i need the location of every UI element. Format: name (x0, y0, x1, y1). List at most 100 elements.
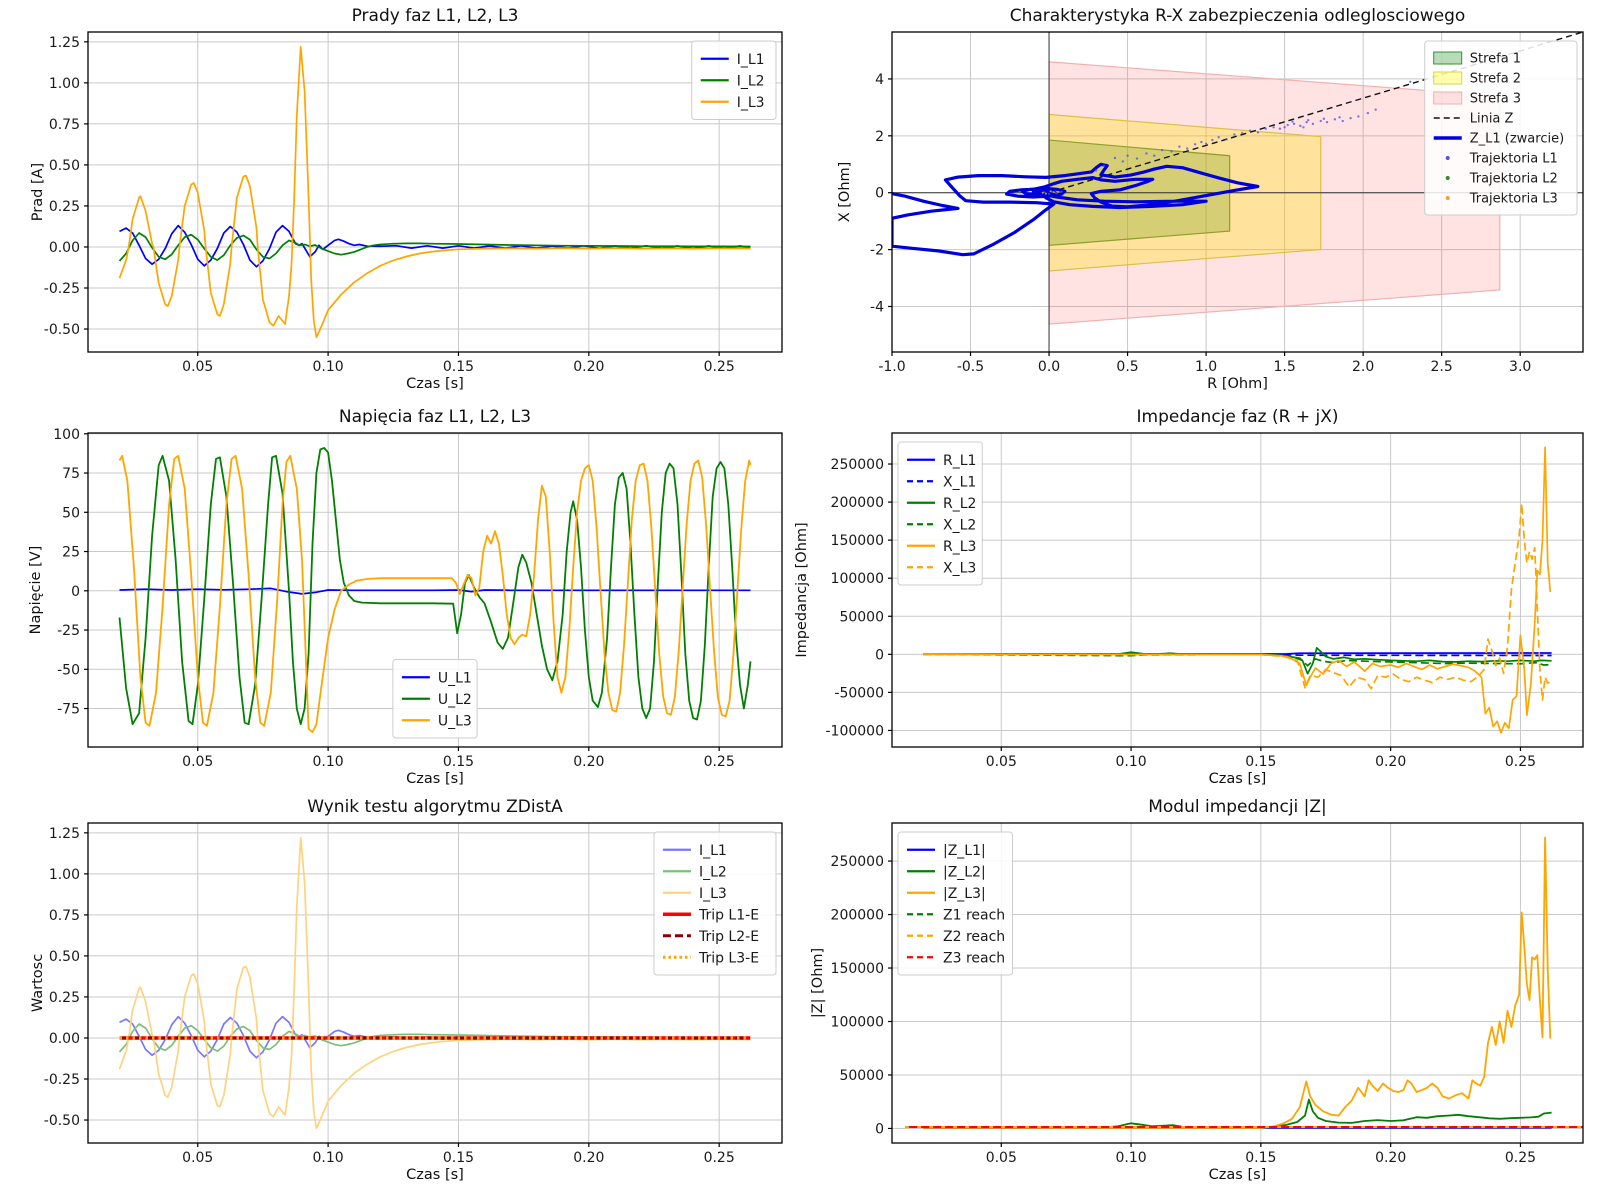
svg-text:X_L1: X_L1 (943, 474, 976, 490)
svg-text:2: 2 (875, 129, 884, 145)
svg-text:100000: 100000 (831, 1015, 884, 1031)
svg-text:-75: -75 (57, 702, 80, 718)
svg-text:50: 50 (62, 505, 80, 521)
svg-text:Trip L3-E: Trip L3-E (698, 950, 759, 966)
svg-text:1.00: 1.00 (49, 76, 80, 92)
svg-text:0.5: 0.5 (1116, 359, 1138, 375)
svg-text:0.20: 0.20 (1375, 754, 1406, 770)
svg-text:50000: 50000 (839, 609, 884, 625)
series--z-l3- (923, 838, 1550, 1128)
chart-svg: 0.05 0.10 0.15 0.20 0.25 -0.50 -0.25 0.00 0.25 0.… (0, 0, 1600, 1200)
svg-text:50000: 50000 (839, 1068, 884, 1084)
legend-rx: Strefa 1Strefa 2Strefa 3Linia ZZ_L1 (zwa… (1425, 41, 1577, 215)
svg-text:150000: 150000 (831, 961, 884, 977)
svg-text:1.0: 1.0 (1195, 359, 1217, 375)
svg-text:Trip L1-E: Trip L1-E (698, 907, 759, 923)
svg-text:R_L2: R_L2 (943, 496, 976, 512)
legend-impedances: R_L1X_L1R_L2X_L2R_L3X_L3 (898, 442, 982, 585)
svg-text:0.10: 0.10 (1115, 754, 1146, 770)
svg-text:0.25: 0.25 (704, 359, 735, 375)
svg-text:-25: -25 (57, 623, 80, 639)
svg-text:U_L3: U_L3 (438, 713, 472, 729)
svg-text:0.50: 0.50 (49, 949, 80, 965)
svg-text:R_L1: R_L1 (943, 453, 976, 469)
svg-text:Z3 reach: Z3 reach (943, 950, 1005, 966)
svg-text:-100000: -100000 (826, 723, 885, 739)
panel-zdista: 0.050.100.150.200.25-0.50-0.250.000.250.… (44, 823, 782, 1166)
svg-text:R_L3: R_L3 (943, 539, 976, 555)
svg-text:Trajektoria L3: Trajektoria L3 (1469, 192, 1558, 207)
svg-text:X_L3: X_L3 (943, 560, 976, 576)
svg-text:200000: 200000 (831, 495, 884, 511)
svg-text:1.00: 1.00 (49, 867, 80, 883)
series--z-l2- (923, 1100, 1551, 1128)
svg-text:0.05: 0.05 (986, 1150, 1017, 1166)
series-i-l3 (120, 47, 751, 337)
series-r-l3 (923, 447, 1550, 732)
svg-text:Trip L2-E: Trip L2-E (698, 929, 759, 945)
svg-text:I_L3: I_L3 (699, 886, 727, 902)
legend-voltages: U_L1 U_L2 U_L3 (393, 660, 477, 739)
svg-text:Z1 reach: Z1 reach (943, 907, 1005, 923)
figure: 0.05 0.10 0.15 0.20 0.25 -0.50 -0.25 0.00 0.25 0.… (0, 0, 1600, 1200)
svg-text:I_L2: I_L2 (699, 864, 727, 880)
svg-text:0.75: 0.75 (49, 908, 80, 924)
svg-text:-50: -50 (57, 662, 80, 678)
svg-text:0.00: 0.00 (49, 240, 80, 256)
svg-text:0.15: 0.15 (1245, 754, 1276, 770)
panel-voltages: 0.050.100.150.200.25-75-50-250255075100U… (53, 427, 782, 770)
panel-rx: -1.0-0.50.00.51.01.52.02.53.0-4-2024Stre… (870, 32, 1583, 375)
svg-text:1.5: 1.5 (1273, 359, 1295, 375)
svg-text:Z_L1 (zwarcie): Z_L1 (zwarcie) (1470, 132, 1564, 147)
svg-text:0.05: 0.05 (182, 1150, 213, 1166)
svg-text:250000: 250000 (831, 457, 884, 473)
legend-zmod: |Z_L1||Z_L2||Z_L3|Z1 reachZ2 reachZ3 rea… (898, 832, 1012, 975)
svg-text:0.15: 0.15 (443, 1150, 474, 1166)
legend-zdista: I_L1 I_L2 I_L3 Trip L1-E Trip L2-E Trip L3-E (654, 832, 776, 975)
svg-text:150000: 150000 (831, 533, 884, 549)
svg-text:0.10: 0.10 (1115, 1150, 1146, 1166)
svg-text:-0.50: -0.50 (44, 322, 80, 338)
svg-text:25: 25 (62, 545, 80, 561)
series-x-l3 (923, 504, 1550, 700)
svg-text:U_L1: U_L1 (438, 670, 472, 686)
svg-text:I_L1: I_L1 (699, 843, 727, 859)
svg-text:0: 0 (875, 1121, 884, 1137)
svg-text:0: 0 (875, 647, 884, 663)
svg-text:0.25: 0.25 (49, 990, 80, 1006)
svg-text:0.50: 0.50 (49, 158, 80, 174)
svg-text:Strefa 3: Strefa 3 (1470, 92, 1521, 107)
svg-text:0.25: 0.25 (704, 1150, 735, 1166)
svg-text:0.20: 0.20 (573, 754, 604, 770)
svg-text:Strefa 2: Strefa 2 (1470, 72, 1521, 87)
svg-text:100000: 100000 (831, 571, 884, 587)
svg-text:|Z_L1|: |Z_L1| (943, 843, 986, 859)
svg-text:0.05: 0.05 (182, 754, 213, 770)
svg-text:4: 4 (875, 72, 884, 88)
svg-text:0.20: 0.20 (573, 359, 604, 375)
svg-text:|Z_L3|: |Z_L3| (943, 886, 986, 902)
svg-text:100: 100 (53, 427, 80, 443)
svg-text:0.10: 0.10 (313, 359, 344, 375)
svg-text:0.15: 0.15 (1245, 1150, 1276, 1166)
svg-text:U_L2: U_L2 (438, 692, 472, 708)
svg-text:0.00: 0.00 (49, 1031, 80, 1047)
svg-text:200000: 200000 (831, 908, 884, 924)
series-r-l2 (923, 648, 1551, 674)
svg-text:-4: -4 (870, 299, 884, 315)
svg-text:I_L1: I_L1 (737, 52, 765, 68)
svg-text:2.5: 2.5 (1431, 359, 1453, 375)
svg-text:-0.25: -0.25 (44, 1072, 80, 1088)
panel-impedances: 0.050.100.150.200.25-100000-500000500001… (826, 433, 1584, 770)
svg-text:-0.25: -0.25 (44, 281, 80, 297)
legend-currents: I_L1I_L2I_L3 (692, 41, 776, 120)
svg-text:0.25: 0.25 (1505, 754, 1536, 770)
svg-text:75: 75 (62, 466, 80, 482)
svg-text:250000: 250000 (831, 854, 884, 870)
svg-text:Strefa 1: Strefa 1 (1470, 52, 1521, 67)
svg-text:-1.0: -1.0 (878, 359, 905, 375)
svg-text:-0.50: -0.50 (44, 1113, 80, 1129)
svg-text:0.15: 0.15 (443, 359, 474, 375)
svg-text:0.15: 0.15 (443, 754, 474, 770)
svg-text:0: 0 (875, 186, 884, 202)
